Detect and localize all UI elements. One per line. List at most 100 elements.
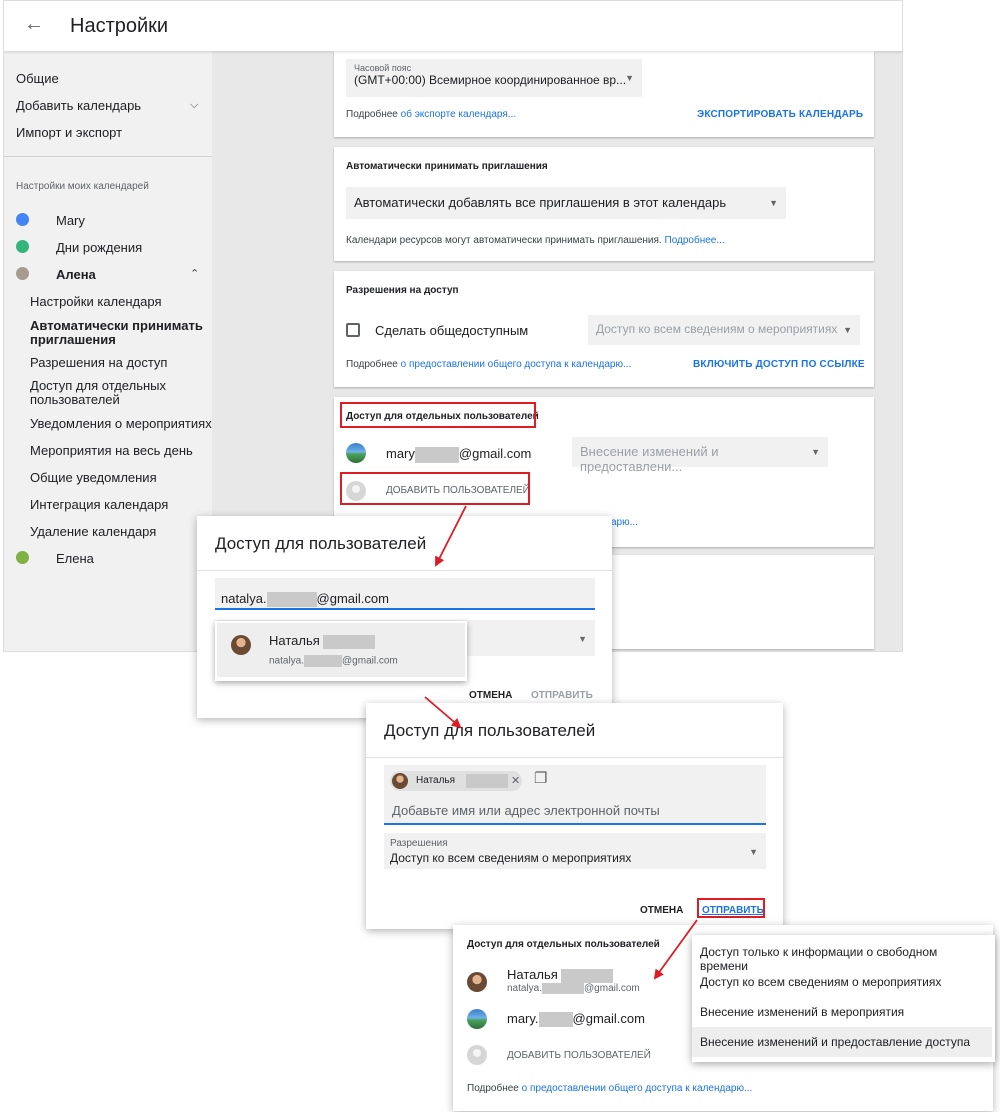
sidebar-sub-calendar-settings[interactable]: Настройки календаря bbox=[30, 295, 205, 309]
highlight-box bbox=[340, 472, 530, 505]
user-avatar bbox=[346, 443, 366, 463]
sidebar-sub-general-notifications[interactable]: Общие уведомления bbox=[30, 471, 205, 485]
recipients-input[interactable]: Наталья ✕ ❐ Добавьте имя или адрес элект… bbox=[384, 765, 766, 825]
dialog-title: Доступ для пользователей bbox=[215, 534, 427, 553]
chip-name: Наталья bbox=[416, 775, 456, 786]
auto-accept-note: Календари ресурсов могут автоматически п… bbox=[346, 235, 725, 246]
chevron-down-icon[interactable]: ⌵ bbox=[190, 99, 198, 112]
chevron-up-icon[interactable]: ⌃ bbox=[190, 267, 199, 280]
redacted-block bbox=[561, 968, 614, 983]
export-calendar-button[interactable]: ЭКСПОРТИРОВАТЬ КАЛЕНДАРЬ bbox=[697, 109, 863, 120]
panel-user1-email-suffix: @gmail.com bbox=[584, 983, 640, 995]
chip-close-icon[interactable]: ✕ bbox=[511, 774, 520, 787]
sidebar-item-general[interactable]: Общие bbox=[16, 71, 59, 86]
sidebar-sub-delete[interactable]: Удаление календаря bbox=[30, 525, 205, 539]
permissions-more-prefix: Подробнее bbox=[346, 359, 401, 370]
redacted-block bbox=[304, 655, 343, 667]
recipients-placeholder: Добавьте имя или адрес электронной почты bbox=[392, 803, 660, 818]
sidebar-item-import-export[interactable]: Импорт и экспорт bbox=[16, 125, 122, 140]
panel-user1-email-prefix: natalya. bbox=[507, 983, 543, 995]
highlight-box bbox=[340, 402, 536, 428]
sidebar-calendar-elena[interactable]: Елена bbox=[56, 551, 94, 566]
user-avatar bbox=[231, 635, 251, 655]
permissions-more-link[interactable]: о предоставлении общего доступа к календ… bbox=[401, 359, 632, 370]
cancel-button[interactable]: ОТМЕНА bbox=[469, 690, 512, 701]
share-dialog-2: Доступ для пользователей Наталья ✕ ❐ Доб… bbox=[366, 703, 783, 929]
panel-user2-email-suffix: @gmail.com bbox=[572, 1011, 645, 1026]
enable-link-access-button[interactable]: ВКЛЮЧИТЬ ДОСТУП ПО ССЫЛКЕ bbox=[693, 359, 865, 370]
auto-accept-value: Автоматически добавлять все приглашения … bbox=[354, 195, 727, 210]
sidebar-sub-user-access[interactable]: Доступ для отдельных пользователей bbox=[30, 379, 205, 407]
menu-option-edit-and-share[interactable]: Внесение изменений и предоставление дост… bbox=[692, 1027, 992, 1057]
permission-select[interactable]: Разрешения Доступ ко всем сведениям о ме… bbox=[384, 833, 766, 869]
recipient-chip: Наталья ✕ bbox=[390, 771, 522, 791]
top-bar: ← Настройки bbox=[4, 1, 902, 51]
person-placeholder-icon bbox=[467, 1045, 487, 1065]
auto-accept-title: Автоматически принимать приглашения bbox=[346, 161, 548, 172]
auto-accept-more-link[interactable]: Подробнее... bbox=[665, 235, 725, 246]
email-input[interactable]: natalya. @gmail.com bbox=[215, 578, 595, 610]
menu-option-free-busy[interactable]: Доступ только к информации о свободном в… bbox=[692, 937, 992, 973]
send-button[interactable]: ОТПРАВИТЬ bbox=[531, 690, 593, 701]
sidebar-sub-auto-accept[interactable]: Автоматически принимать приглашения bbox=[30, 319, 205, 347]
user-access-more-link[interactable]: арю... bbox=[611, 517, 638, 528]
sidebar-calendar-mary[interactable]: Mary bbox=[56, 213, 85, 228]
dropdown-arrow-icon: ▼ bbox=[578, 634, 587, 644]
dialog-divider bbox=[197, 570, 612, 571]
back-arrow-icon[interactable]: ← bbox=[24, 13, 44, 36]
export-more-link[interactable]: об экспорте календаря... bbox=[401, 109, 516, 120]
panel-user2-email: mary. @gmail.com bbox=[507, 1011, 645, 1028]
my-calendars-heading: Настройки моих календарей bbox=[16, 181, 149, 192]
public-checkbox[interactable] bbox=[346, 323, 360, 337]
sidebar: Общие Добавить календарь ⌵ Импорт и эксп… bbox=[4, 51, 212, 651]
export-more-prefix: Подробнее bbox=[346, 109, 401, 120]
user-permission-select[interactable]: Внесение изменений и предоставлени... ▼ bbox=[572, 437, 828, 474]
dropdown-arrow-icon: ▼ bbox=[625, 73, 634, 83]
panel-more: Подробнее о предоставлении общего доступ… bbox=[467, 1083, 752, 1094]
sidebar-sub-notifications[interactable]: Уведомления о мероприятиях bbox=[30, 417, 212, 431]
panel-user1-name-text: Наталья bbox=[507, 967, 558, 982]
public-access-select[interactable]: Доступ ко всем сведениям о мероприятиях … bbox=[588, 315, 860, 345]
calendar-color-dot bbox=[16, 240, 29, 253]
redacted-block bbox=[542, 983, 585, 994]
menu-option-edit-events[interactable]: Внесение изменений в мероприятия bbox=[692, 997, 992, 1027]
cancel-button[interactable]: ОТМЕНА bbox=[640, 905, 683, 916]
add-users-button[interactable]: ДОБАВИТЬ ПОЛЬЗОВАТЕЛЕЙ bbox=[507, 1050, 651, 1061]
public-label: Сделать общедоступным bbox=[375, 323, 529, 338]
calendar-color-dot bbox=[16, 213, 29, 226]
sidebar-calendar-birthdays[interactable]: Дни рождения bbox=[56, 240, 142, 255]
dropdown-arrow-icon: ▼ bbox=[769, 198, 778, 208]
dropdown-arrow-icon: ▼ bbox=[749, 847, 758, 857]
menu-option-all-details[interactable]: Доступ ко всем сведениям о мероприятиях bbox=[692, 967, 992, 997]
user-avatar bbox=[392, 773, 408, 789]
user-avatar bbox=[467, 972, 487, 992]
dialog-title: Доступ для пользователей bbox=[384, 721, 596, 740]
sidebar-sub-integration[interactable]: Интеграция календаря bbox=[30, 498, 205, 512]
redacted-block bbox=[466, 774, 508, 788]
share-dialog-1: Доступ для пользователей natalya. @gmail.… bbox=[197, 516, 612, 718]
panel-more-link[interactable]: о предоставлении общего доступа к календ… bbox=[522, 1083, 753, 1094]
auto-accept-select[interactable]: Автоматически добавлять все приглашения … bbox=[346, 187, 786, 219]
suggestion-email-suffix: @gmail.com bbox=[342, 655, 398, 667]
copy-icon[interactable]: ❐ bbox=[534, 769, 547, 787]
sidebar-calendar-alena[interactable]: Алена bbox=[56, 267, 96, 282]
timezone-select[interactable]: Часовой пояс (GMT+00:00) Всемирное коорд… bbox=[346, 59, 642, 97]
suggestion-name-text: Наталья bbox=[269, 633, 320, 648]
email-input-suffix: @gmail.com bbox=[316, 591, 389, 606]
redacted-block bbox=[414, 446, 459, 463]
email-input-prefix: natalya. bbox=[221, 591, 267, 606]
suggestion-dropdown: Наталья natalya. @gmail.com bbox=[215, 621, 467, 681]
sidebar-item-add-calendar[interactable]: Добавить календарь bbox=[16, 98, 141, 113]
dropdown-arrow-icon: ▼ bbox=[843, 325, 852, 335]
suggestion-item[interactable]: Наталья natalya. @gmail.com bbox=[217, 623, 465, 677]
sidebar-sub-permissions[interactable]: Разрешения на доступ bbox=[30, 356, 205, 370]
redacted-block bbox=[323, 634, 376, 649]
redacted-block bbox=[266, 592, 317, 608]
panel-title: Доступ для отдельных пользователей bbox=[467, 939, 660, 950]
export-more: Подробнее об экспорте календаря... bbox=[346, 109, 516, 120]
page-title: Настройки bbox=[70, 15, 169, 37]
dialog-divider bbox=[366, 757, 783, 758]
highlight-box bbox=[697, 898, 765, 918]
sidebar-sub-all-day[interactable]: Мероприятия на весь день bbox=[30, 444, 205, 458]
permission-label: Разрешения bbox=[390, 838, 448, 849]
